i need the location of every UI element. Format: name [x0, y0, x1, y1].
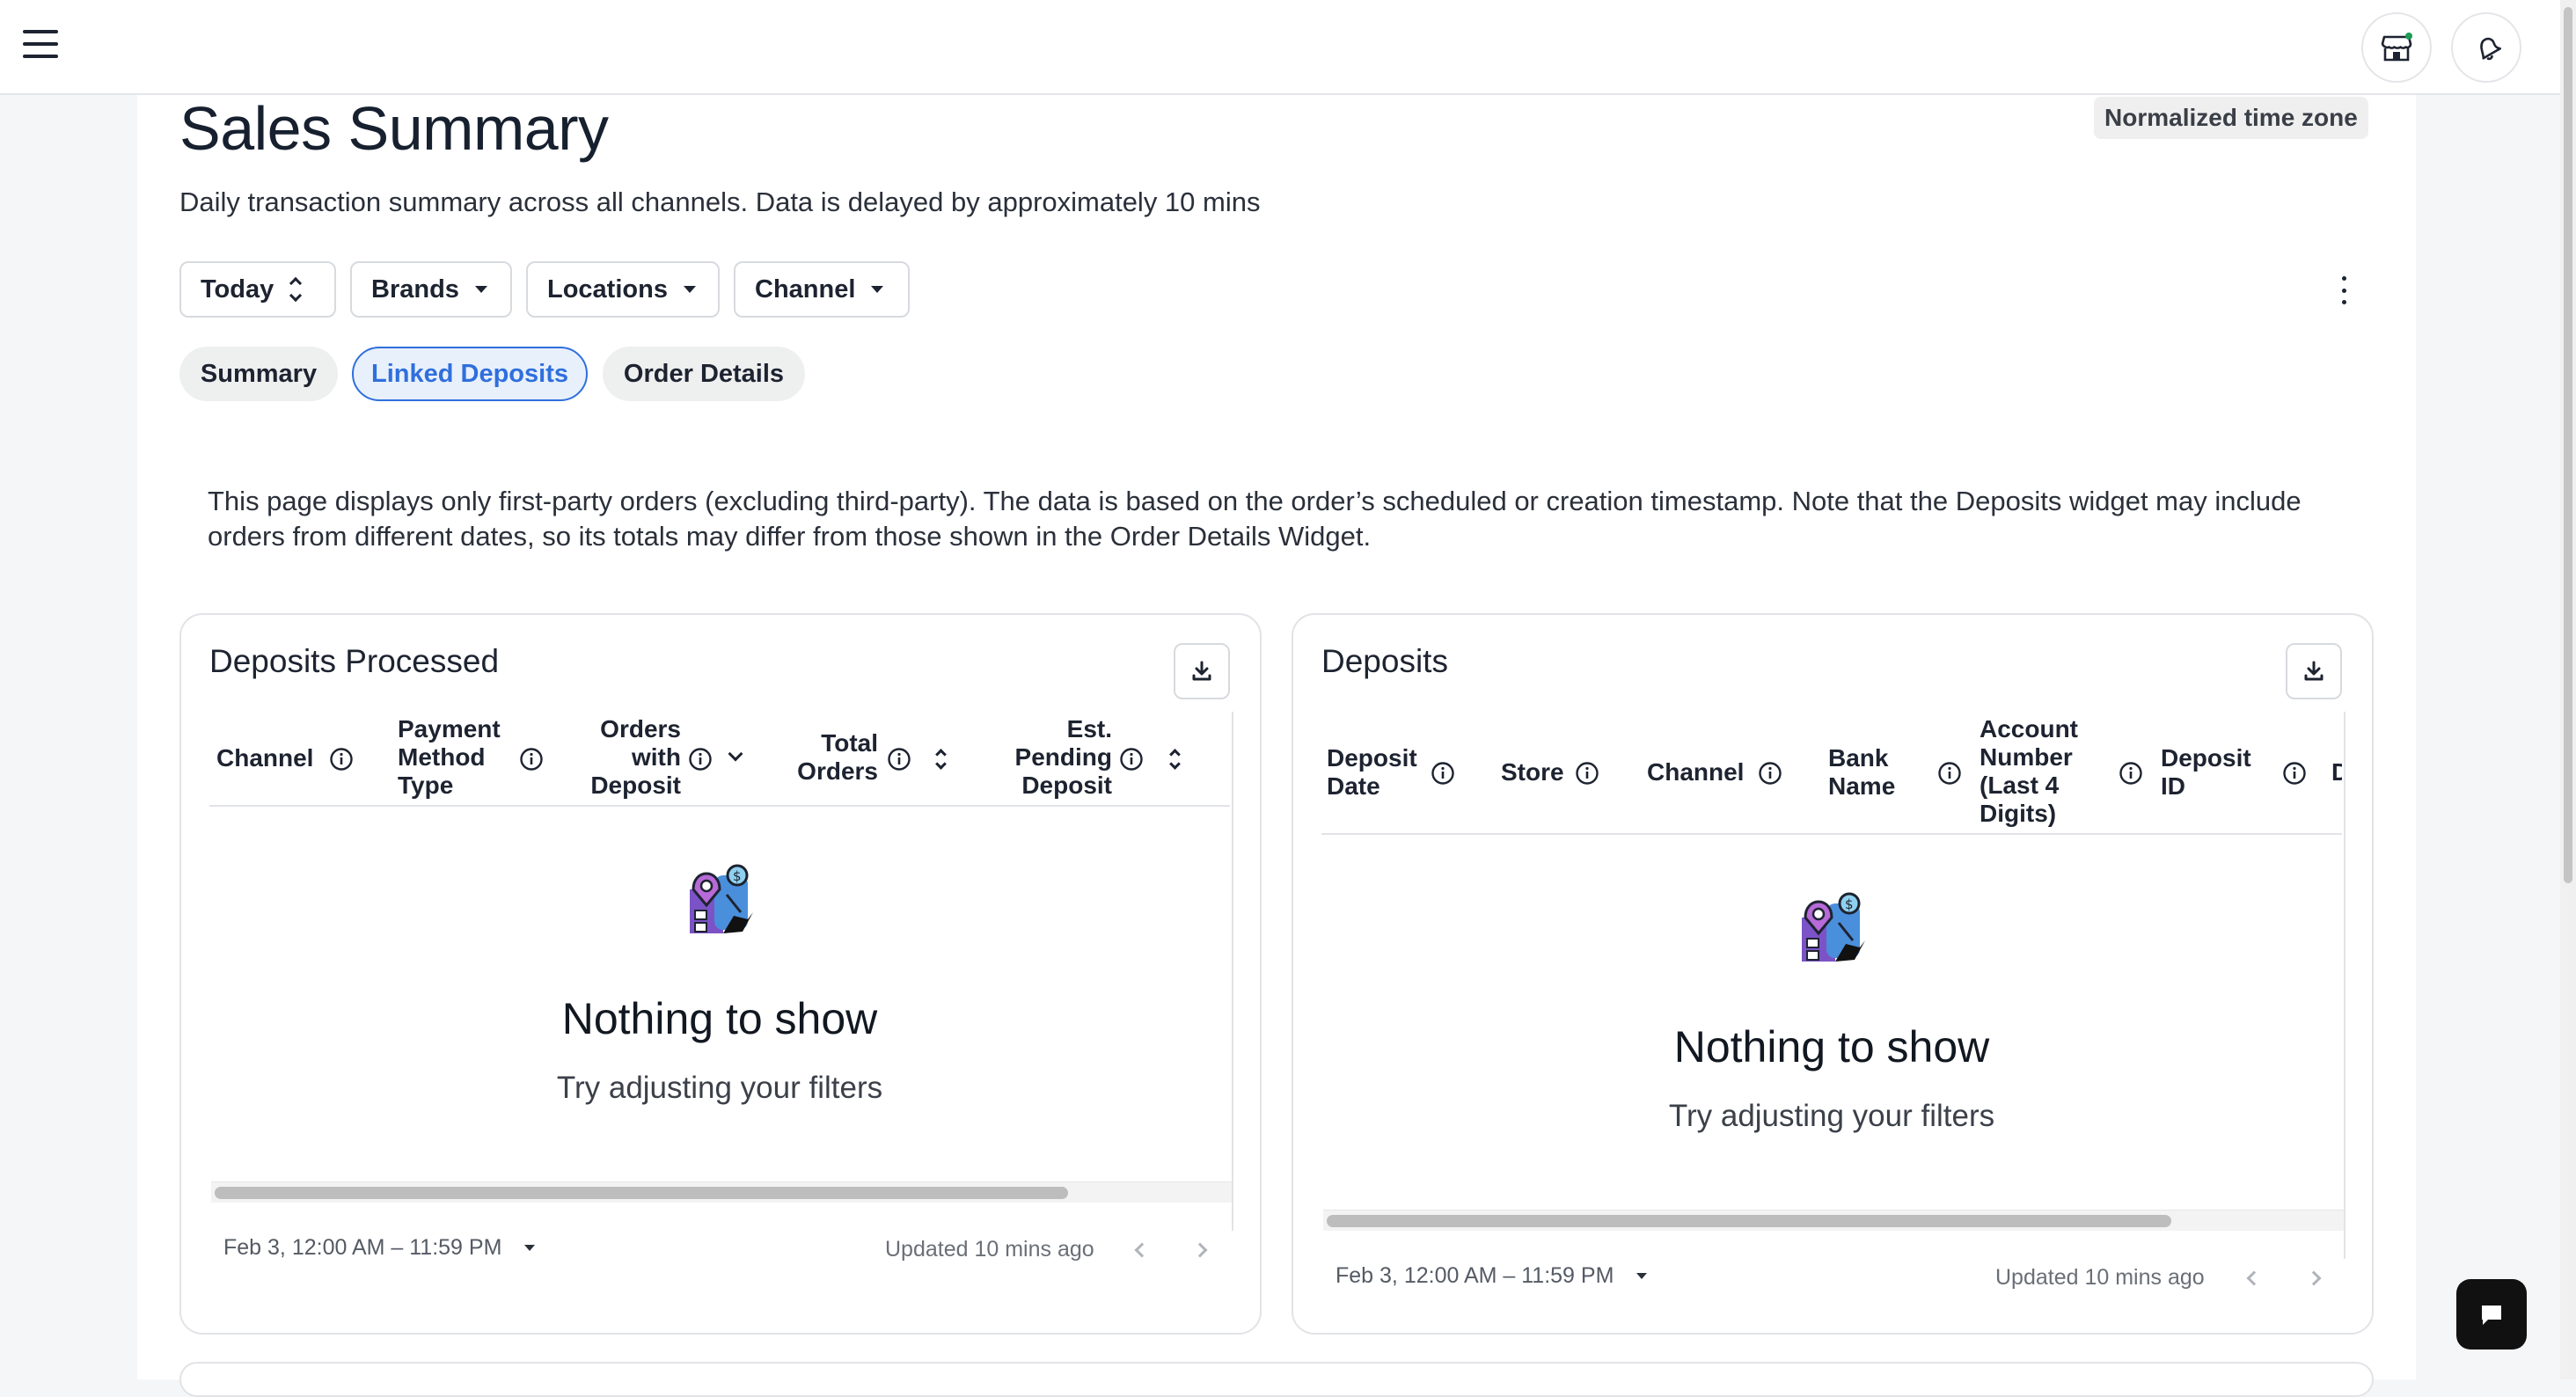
- previous-page-icon[interactable]: [1134, 1242, 1150, 1258]
- column-header-deposit-date[interactable]: Deposit Date: [1327, 744, 1417, 801]
- date-range-selector[interactable]: Feb 3, 12:00 AM – 11:59 PM: [1336, 1263, 1648, 1289]
- date-range-label: Feb 3, 12:00 AM – 11:59 PM: [1336, 1263, 1614, 1288]
- table-header: Channel Payment Method Type Orders with …: [209, 712, 1230, 807]
- svg-text:$: $: [1845, 896, 1854, 912]
- next-page-icon[interactable]: [1192, 1242, 1208, 1258]
- info-icon[interactable]: [1575, 761, 1599, 786]
- column-header-channel[interactable]: Channel: [216, 744, 313, 772]
- brands-filter-dropdown[interactable]: Brands: [350, 261, 512, 318]
- info-icon[interactable]: [2119, 761, 2143, 786]
- hamburger-icon[interactable]: [23, 30, 58, 60]
- scrollbar-thumb[interactable]: [1327, 1215, 2171, 1227]
- page-scrollbar-thumb[interactable]: [2564, 7, 2572, 883]
- date-range-selector[interactable]: Feb 3, 12:00 AM – 11:59 PM: [223, 1235, 536, 1261]
- card-title: Deposits: [1321, 643, 1448, 679]
- info-icon[interactable]: [329, 747, 354, 772]
- info-icon[interactable]: [519, 747, 544, 772]
- updated-timestamp: Updated 10 mins ago: [885, 1237, 1094, 1262]
- horizontal-scrollbar[interactable]: [211, 1181, 1232, 1203]
- caret-down-icon: [683, 286, 696, 293]
- info-notice: This page displays only first-party orde…: [208, 486, 2302, 552]
- empty-state-title: Nothing to show: [561, 994, 878, 1043]
- locations-filter-label: Locations: [547, 274, 668, 304]
- page-title: Sales Summary: [179, 94, 609, 163]
- download-icon[interactable]: [2286, 643, 2342, 699]
- deposits-card: Deposits Deposit Date Store Channel Bank…: [1292, 613, 2374, 1335]
- caret-down-icon: [1636, 1273, 1648, 1279]
- empty-state-subtitle: Try adjusting your filters: [556, 1071, 883, 1105]
- column-header-orders-with-deposit[interactable]: Orders with Deposit: [561, 715, 681, 800]
- deposits-processed-card: Deposits Processed Channel Payment Metho…: [179, 613, 1262, 1335]
- date-filter-label: Today: [201, 274, 274, 304]
- empty-state-subtitle: Try adjusting your filters: [1668, 1099, 1995, 1133]
- column-header-channel[interactable]: Channel: [1647, 758, 1744, 786]
- info-icon[interactable]: [887, 747, 911, 772]
- date-filter-dropdown[interactable]: Today: [179, 261, 336, 318]
- brands-filter-label: Brands: [371, 274, 459, 304]
- previous-page-icon[interactable]: [2246, 1270, 2262, 1286]
- sort-descending-icon[interactable]: [728, 746, 743, 762]
- info-icon[interactable]: [1937, 761, 1962, 786]
- storefront-icon[interactable]: [2361, 12, 2432, 83]
- table-edge-divider: [1232, 712, 1233, 1231]
- empty-state-illustration: $: [1802, 892, 1865, 962]
- page-subtitle: Daily transaction summary across all cha…: [179, 187, 1261, 217]
- column-header-deposit-id[interactable]: Deposit ID: [2161, 744, 2251, 801]
- caret-down-icon: [524, 1245, 536, 1251]
- date-range-label: Feb 3, 12:00 AM – 11:59 PM: [223, 1235, 502, 1260]
- channel-filter-label: Channel: [755, 274, 856, 304]
- table-edge-divider: [2344, 712, 2345, 1259]
- updated-timestamp: Updated 10 mins ago: [1995, 1265, 2205, 1290]
- tab-summary[interactable]: Summary: [179, 347, 338, 401]
- info-icon[interactable]: [1758, 761, 1782, 786]
- sort-icon[interactable]: [1168, 747, 1181, 772]
- caret-down-icon: [871, 286, 884, 293]
- column-header-truncated[interactable]: D: [2331, 758, 2342, 786]
- card-title: Deposits Processed: [209, 643, 500, 679]
- empty-state-title: Nothing to show: [1673, 1022, 1990, 1072]
- bell-icon[interactable]: [2451, 12, 2521, 83]
- next-card-preview: [179, 1362, 2374, 1397]
- timezone-badge: Normalized time zone: [2094, 97, 2368, 139]
- empty-state-illustration: $: [690, 864, 753, 933]
- next-page-icon[interactable]: [2306, 1270, 2322, 1286]
- locations-filter-dropdown[interactable]: Locations: [526, 261, 720, 318]
- column-header-bank-name[interactable]: Bank Name: [1828, 744, 1895, 801]
- info-icon[interactable]: [2282, 761, 2307, 786]
- top-bar: [0, 0, 2560, 95]
- sort-icon[interactable]: [934, 747, 947, 772]
- column-header-account-number[interactable]: Account Number (Last 4 Digits): [1980, 715, 2078, 828]
- tab-order-details[interactable]: Order Details: [603, 347, 805, 401]
- updown-chevron-icon: [289, 276, 303, 303]
- column-header-payment-method-type[interactable]: Payment Method Type: [398, 715, 501, 800]
- column-header-est-pending-deposit[interactable]: Est. Pending Deposit: [998, 715, 1112, 800]
- column-header-total-orders[interactable]: Total Orders: [790, 729, 878, 786]
- table-header: Deposit Date Store Channel Bank Name Acc…: [1321, 712, 2342, 835]
- info-icon[interactable]: [1431, 761, 1455, 786]
- download-icon[interactable]: [1174, 643, 1230, 699]
- horizontal-scrollbar[interactable]: [1323, 1210, 2344, 1231]
- info-icon[interactable]: [688, 747, 713, 772]
- tab-linked-deposits[interactable]: Linked Deposits: [352, 347, 588, 401]
- channel-filter-dropdown[interactable]: Channel: [734, 261, 910, 318]
- svg-text:$: $: [733, 868, 742, 884]
- scrollbar-thumb[interactable]: [215, 1187, 1068, 1199]
- info-icon[interactable]: [1119, 747, 1144, 772]
- caret-down-icon: [474, 286, 487, 293]
- more-options-icon[interactable]: [2335, 276, 2353, 304]
- column-header-store[interactable]: Store: [1501, 758, 1564, 786]
- chat-icon[interactable]: [2456, 1279, 2527, 1349]
